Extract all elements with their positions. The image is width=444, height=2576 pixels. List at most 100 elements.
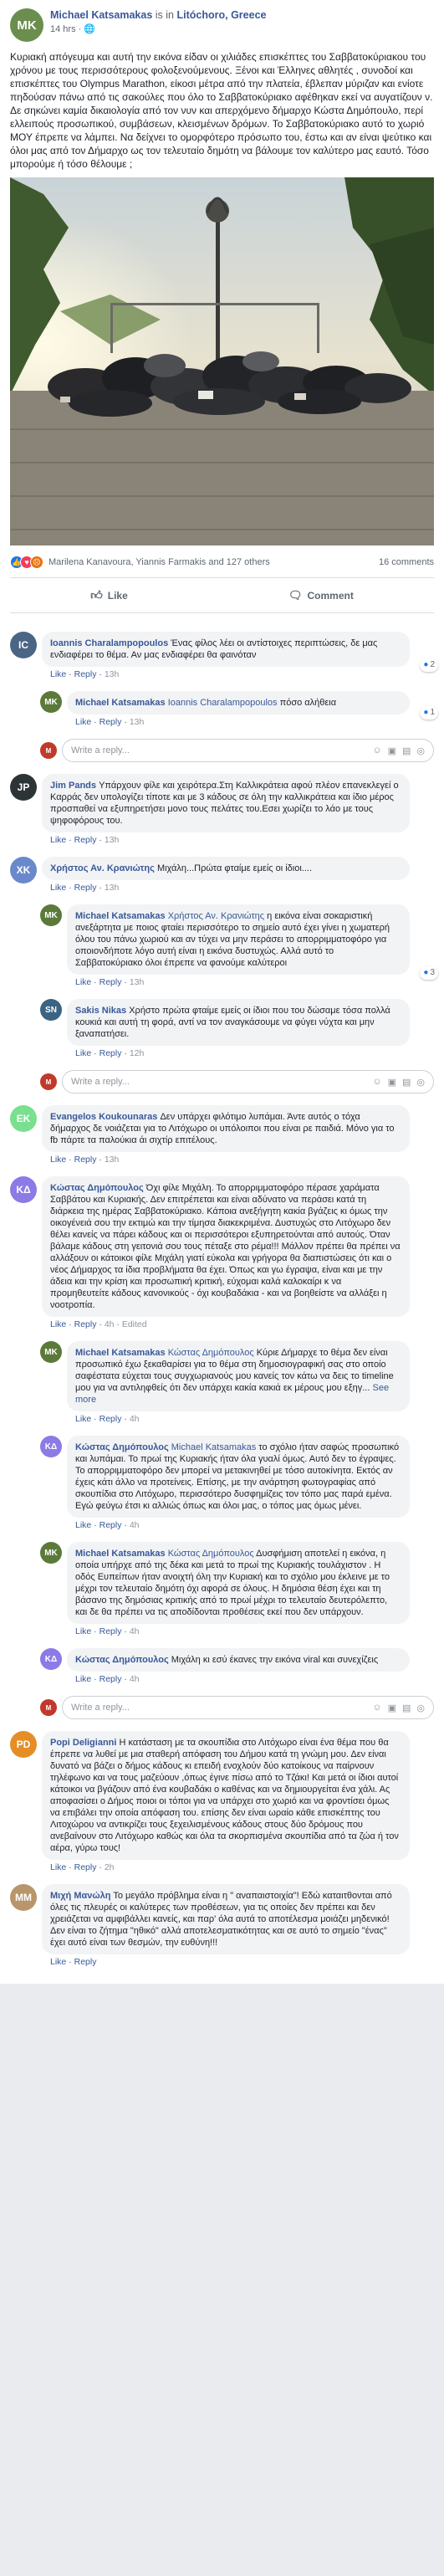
comment-reply-link[interactable]: Reply [100, 717, 122, 727]
reply-input[interactable]: Write a reply... ☺ ▣ ▤ ◎ [62, 1070, 434, 1093]
sticker-icon[interactable]: ◎ [416, 1703, 425, 1713]
emoji-icon[interactable]: ☺ [372, 1077, 381, 1088]
comment-mention[interactable]: Michael Katsamakas [171, 1442, 257, 1452]
location-link[interactable]: Litóchoro, Greece [177, 9, 267, 21]
gif-icon[interactable]: ▤ [402, 1077, 411, 1088]
comment-like-link[interactable]: Like [75, 1414, 91, 1424]
comments-count[interactable]: 16 comments [379, 557, 434, 567]
sticker-icon[interactable]: ◎ [416, 1077, 425, 1088]
reaction-count-badge[interactable]: ● 3 [420, 966, 438, 980]
avatar[interactable]: EK [10, 1105, 37, 1132]
comment-time[interactable]: 4h [130, 1520, 140, 1530]
comment-time[interactable]: 13h [105, 835, 120, 845]
comment-time[interactable]: 13h [105, 1155, 120, 1165]
reply-input[interactable]: Write a reply... ☺ ▣ ▤ ◎ [62, 1696, 434, 1719]
comment-reply-link[interactable]: Reply [74, 1319, 97, 1329]
comment-like-link[interactable]: Like [50, 1862, 66, 1872]
avatar[interactable]: PD [10, 1731, 37, 1758]
comment-author[interactable]: Μιχή Μανώλη [50, 1891, 111, 1901]
comment-author[interactable]: Popi Deligianni [50, 1738, 116, 1748]
emoji-icon[interactable]: ☺ [372, 1703, 381, 1713]
reaction-count-badge[interactable]: ● 2 [420, 658, 438, 672]
comment-mention[interactable]: Κώστας Δημόπουλος [168, 1549, 254, 1559]
avatar[interactable]: ΚΔ [40, 1436, 62, 1457]
comment-author[interactable]: Sakis Nikas [75, 1006, 126, 1016]
author-name[interactable]: Michael Katsamakas [50, 9, 152, 21]
comment-reply-link[interactable]: Reply [100, 1520, 122, 1530]
reactions-summary[interactable]: 👍 ♥ ☹ Marilena Kanavoura, Yiannis Farmak… [10, 556, 270, 569]
comment-author[interactable]: Michael Katsamakas [75, 911, 166, 921]
comment-time[interactable]: 4h [105, 1319, 115, 1329]
comment-like-link[interactable]: Like [75, 1520, 91, 1530]
gif-icon[interactable]: ▤ [402, 1703, 411, 1713]
edited-label[interactable]: Edited [122, 1319, 147, 1329]
author-avatar[interactable]: MK [10, 8, 43, 42]
comment-author[interactable]: Ioannis Charalampopoulos [50, 638, 168, 648]
comment-time[interactable]: 4h [130, 1626, 140, 1636]
comment-author[interactable]: Michael Katsamakas [75, 698, 166, 708]
comment-time[interactable]: 2h [105, 1862, 115, 1872]
comment-reply-link[interactable]: Reply [100, 1414, 122, 1424]
avatar[interactable]: SN [40, 999, 62, 1021]
camera-icon[interactable]: ▣ [388, 1703, 396, 1713]
comment-author[interactable]: Κώστας Δημόπουλος [50, 1183, 144, 1193]
avatar[interactable]: MK [40, 1542, 62, 1564]
avatar[interactable]: MM [10, 1884, 37, 1911]
comment-author[interactable]: Κώστας Δημόπουλος [75, 1655, 169, 1665]
sticker-icon[interactable]: ◎ [416, 745, 425, 756]
comment-reply-link[interactable]: Reply [100, 1626, 122, 1636]
comment-like-link[interactable]: Like [75, 1626, 91, 1636]
camera-icon[interactable]: ▣ [388, 745, 396, 756]
comment-time[interactable]: 4h [130, 1674, 140, 1684]
gif-icon[interactable]: ▤ [402, 745, 411, 756]
avatar[interactable]: ΚΔ [40, 1648, 62, 1670]
camera-icon[interactable]: ▣ [388, 1077, 396, 1088]
comment-reply-link[interactable]: Reply [74, 1957, 97, 1967]
comment-time[interactable]: 12h [130, 1048, 145, 1058]
comment-like-link[interactable]: Like [75, 1048, 91, 1058]
avatar[interactable]: MK [40, 1341, 62, 1363]
comment-author[interactable]: Κώστας Δημόπουλος [75, 1442, 169, 1452]
comment-reply-link[interactable]: Reply [100, 1674, 122, 1684]
comment-author[interactable]: Jim Pands [50, 781, 96, 791]
comment-author[interactable]: Χρήστος Αν. Κρανιώτης [50, 863, 155, 873]
comment-time[interactable]: 13h [130, 717, 145, 727]
comment-like-link[interactable]: Like [50, 883, 66, 893]
comment-reply-link[interactable]: Reply [74, 1862, 97, 1872]
comment-reply-link[interactable]: Reply [74, 883, 97, 893]
comment-time[interactable]: 13h [105, 669, 120, 679]
comment-like-link[interactable]: Like [50, 835, 66, 845]
avatar[interactable]: ΧΚ [10, 857, 37, 883]
avatar[interactable]: MK [40, 904, 62, 926]
comment-button[interactable]: 🗨︎ Comment [288, 588, 354, 602]
comment-reply-link[interactable]: Reply [74, 669, 97, 679]
avatar[interactable]: IC [10, 632, 37, 658]
comment-author[interactable]: Michael Katsamakas [75, 1348, 166, 1358]
comment-time[interactable]: 13h [105, 883, 120, 893]
comment-author[interactable]: Michael Katsamakas [75, 1549, 166, 1559]
comment-reply-link[interactable]: Reply [74, 835, 97, 845]
comment-like-link[interactable]: Like [75, 977, 91, 987]
comment-like-link[interactable]: Like [75, 717, 91, 727]
comment-like-link[interactable]: Like [75, 1674, 91, 1684]
post-photo[interactable] [10, 177, 434, 545]
avatar[interactable]: MK [40, 691, 62, 713]
avatar[interactable]: JP [10, 774, 37, 801]
comment-mention[interactable]: Κώστας Δημόπουλος [168, 1348, 254, 1358]
comment-time[interactable]: 13h [130, 977, 145, 987]
comment-author[interactable]: Evangelos Koukounaras [50, 1112, 157, 1122]
reply-input[interactable]: Write a reply... ☺ ▣ ▤ ◎ [62, 739, 434, 762]
comment-reply-link[interactable]: Reply [74, 1155, 97, 1165]
emoji-icon[interactable]: ☺ [372, 745, 381, 756]
comment-reply-link[interactable]: Reply [100, 1048, 122, 1058]
like-button[interactable]: 👍︎ Like [90, 588, 128, 602]
comment-mention[interactable]: Χρήστος Αν. Κρανιώτης [168, 911, 264, 921]
post-time[interactable]: 14 hrs · 🌐 [50, 23, 266, 34]
comment-like-link[interactable]: Like [50, 1155, 66, 1165]
comment-mention[interactable]: Ioannis Charalampopoulos [168, 698, 278, 708]
comment-like-link[interactable]: Like [50, 1319, 66, 1329]
comment-like-link[interactable]: Like [50, 1957, 66, 1967]
reaction-count-badge[interactable]: ● 1 [420, 706, 438, 720]
comment-time[interactable]: 4h [130, 1414, 140, 1424]
comment-like-link[interactable]: Like [50, 669, 66, 679]
